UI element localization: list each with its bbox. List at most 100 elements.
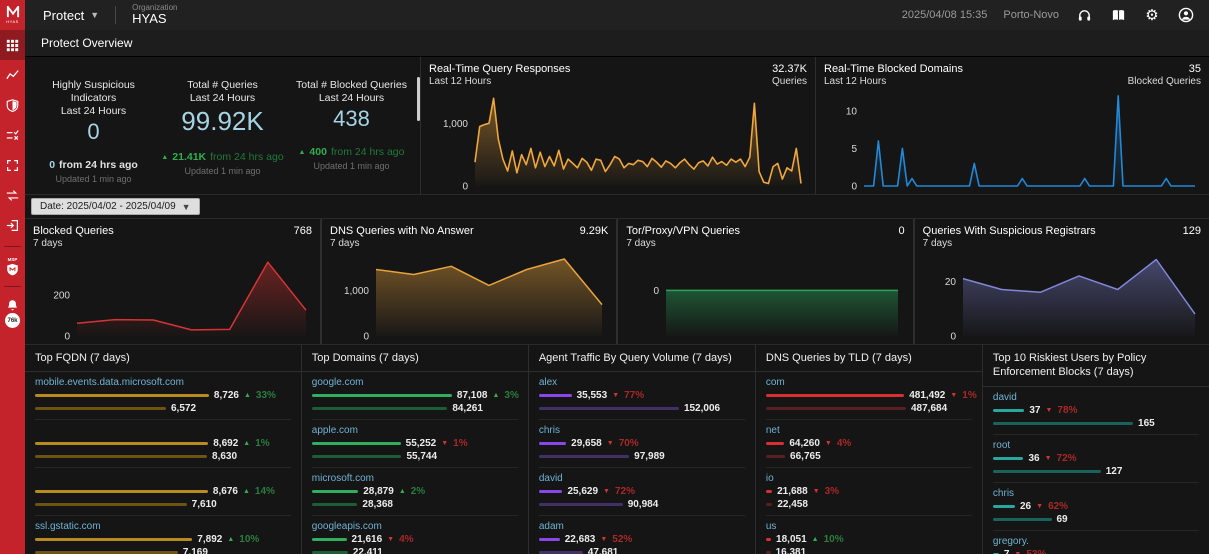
entity-link[interactable]: adam — [539, 521, 745, 533]
sidebar-item-protection[interactable] — [0, 90, 25, 120]
sidebar-item-expand[interactable] — [0, 150, 25, 180]
entity-link[interactable]: gregory. — [993, 536, 1199, 548]
hyas-protect-dashboard: HYAS — [0, 0, 1209, 554]
entity-link[interactable]: apple.com — [312, 425, 518, 437]
list-item: com481,492▼1%487,684 — [766, 372, 972, 420]
entity-link[interactable]: net — [766, 425, 972, 437]
down-arrow-icon: ▼ — [813, 488, 820, 495]
kpi-subtitle: Last 24 Hours — [61, 105, 126, 117]
current-value: 21,688 — [777, 486, 808, 497]
percent-change: 10% — [824, 534, 844, 545]
datetime-display: 2025/04/08 15:35 — [902, 9, 988, 21]
entity-link[interactable] — [35, 425, 291, 437]
down-arrow-icon: ▼ — [950, 392, 957, 399]
svg-text:1,000: 1,000 — [443, 119, 468, 130]
sign-in-box-icon — [6, 219, 19, 232]
settings-button[interactable]: ⚙ — [1143, 6, 1161, 24]
entity-link[interactable]: io — [766, 473, 972, 485]
expand-arrows-icon — [6, 159, 19, 172]
chart-total-label: Queries — [772, 76, 807, 87]
kpi-subtitle: Last 24 Hours — [190, 92, 255, 104]
entity-link[interactable]: us — [766, 521, 972, 533]
hyas-logo-icon — [6, 6, 20, 18]
entity-link[interactable] — [35, 473, 291, 485]
previous-value-bar — [993, 518, 1052, 521]
current-value-bar — [993, 409, 1024, 412]
current-value: 18,051 — [776, 534, 807, 545]
percent-change: 14% — [255, 486, 275, 497]
chart-subtitle: 7 days — [330, 238, 474, 249]
organization-name: HYAS — [132, 12, 177, 26]
realtime-blocked-domains-panel: Real-Time Blocked DomainsLast 12 Hours 3… — [815, 57, 1209, 194]
percent-change: 78% — [1057, 405, 1077, 416]
list-item: 8,692▲1%8,630 — [35, 420, 291, 468]
bell-icon — [6, 299, 19, 312]
sidebar-item-verdicts[interactable] — [0, 120, 25, 150]
up-arrow-icon: ▲ — [244, 392, 251, 399]
percent-change: 52% — [612, 534, 632, 545]
list-item: david37▼78%165 — [993, 387, 1199, 435]
entity-link[interactable]: google.com — [312, 377, 518, 389]
current-value-bar — [312, 490, 358, 493]
svg-text:10: 10 — [846, 106, 858, 117]
previous-value-bar — [766, 455, 785, 458]
list-item: root36▼72%127 — [993, 435, 1199, 483]
date-range-select[interactable]: Date: 2025/04/02 - 2025/04/09 ▼ — [31, 198, 200, 215]
svg-text:0: 0 — [950, 332, 956, 343]
scrollbar-thumb[interactable] — [417, 77, 420, 121]
docs-button[interactable] — [1109, 6, 1127, 24]
date-range-label: Date: 2025/04/02 - 2025/04/09 — [40, 201, 176, 212]
chart-total-label: Blocked Queries — [1128, 76, 1201, 87]
topbar-divider — [115, 6, 116, 24]
sidebar-item-deploy[interactable] — [0, 210, 25, 240]
hyas-logo[interactable]: HYAS — [0, 0, 25, 30]
chart-subtitle: Last 12 Hours — [429, 76, 570, 87]
entity-link[interactable]: com — [766, 377, 972, 389]
current-value: 8,726 — [214, 390, 239, 401]
kpi-updated: Updated 1 min ago — [184, 166, 260, 176]
apps-grid-icon — [6, 39, 19, 52]
product-switcher[interactable]: Protect ▼ — [43, 8, 99, 23]
kpi-updated: Updated 1 min ago — [55, 174, 131, 184]
chart-total: 32.37K — [772, 63, 807, 75]
sidebar-item-transfer[interactable] — [0, 180, 25, 210]
current-value: 29,658 — [571, 438, 602, 449]
sidebar-item-overview[interactable] — [0, 30, 25, 60]
entity-link[interactable]: alex — [539, 377, 745, 389]
kpi-title: Highly Suspicious Indicators — [29, 79, 158, 105]
percent-change: 3% — [825, 486, 839, 497]
sidebar-item-trends[interactable] — [0, 60, 25, 90]
page-header: Protect Overview — [25, 30, 1209, 57]
sidebar-item-alerts[interactable]: 76k — [0, 299, 25, 328]
tor-proxy-vpn-chart: 0 — [626, 249, 904, 347]
account-button[interactable] — [1177, 6, 1195, 24]
entity-link[interactable]: root — [993, 440, 1199, 452]
trend-line-icon — [6, 69, 19, 82]
up-arrow-icon: ▲ — [243, 440, 250, 447]
kpi-subtitle: Last 24 Hours — [319, 92, 384, 104]
entity-link[interactable]: chris — [993, 488, 1199, 500]
up-arrow-icon: ▲ — [243, 488, 250, 495]
blocked-queries-7d-svg: 2000 — [33, 249, 312, 342]
entity-link[interactable]: david — [539, 473, 745, 485]
entity-link[interactable]: microsoft.com — [312, 473, 518, 485]
kpi-value: 438 — [333, 106, 370, 132]
list-title: Top 10 Riskiest Users by Policy Enforcem… — [983, 345, 1209, 387]
kpi-delta-value: 21.41K — [172, 151, 206, 163]
entity-link[interactable]: ssl.gstatic.com — [35, 521, 291, 533]
entity-link[interactable]: mobile.events.data.microsoft.com — [35, 377, 291, 389]
percent-change: 1% — [255, 438, 269, 449]
current-value-bar — [312, 538, 347, 541]
down-arrow-icon: ▼ — [607, 440, 614, 447]
down-arrow-icon: ▼ — [603, 488, 610, 495]
entity-link[interactable]: googleapis.com — [312, 521, 518, 533]
entity-link[interactable]: chris — [539, 425, 745, 437]
suspicious-registrars-chart: 200 — [923, 249, 1201, 347]
sidebar-item-msp[interactable]: MSP — [0, 257, 25, 276]
kpi-panel: Highly Suspicious Indicators Last 24 Hou… — [25, 57, 421, 194]
percent-change: 10% — [239, 534, 259, 545]
chart-title: DNS Queries with No Answer — [330, 225, 474, 237]
support-button[interactable] — [1075, 6, 1093, 24]
entity-link[interactable]: david — [993, 392, 1199, 404]
list-item: net64,260▼4%66,765 — [766, 420, 972, 468]
